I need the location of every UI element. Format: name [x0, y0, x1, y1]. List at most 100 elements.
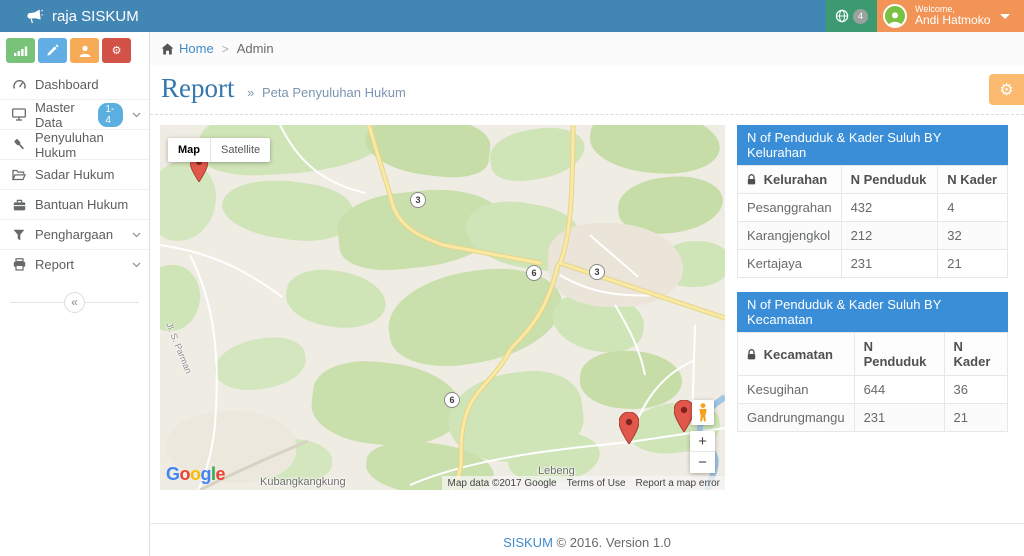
pegman-button[interactable]: [692, 400, 714, 425]
table-row[interactable]: Kertajaya 231 21: [737, 249, 1008, 278]
chevron-down-icon: [132, 232, 141, 238]
sidebar-item-label: Penghargaan: [35, 227, 114, 242]
notifications-area[interactable]: 4: [826, 0, 877, 32]
pencil-icon: [47, 44, 59, 56]
column-header[interactable]: N Kader: [937, 165, 1008, 194]
column-header[interactable]: N Penduduk: [853, 332, 945, 376]
zoom-out-button[interactable]: −: [690, 452, 715, 473]
sidebar-collapse-button[interactable]: «: [64, 291, 85, 313]
sidebar-item-dashboard[interactable]: Dashboard: [0, 69, 149, 99]
master-data-badge: 1-4: [98, 102, 123, 127]
map-canvas[interactable]: Map Satellite 3 6 3 6 + − Jl. S. Parman …: [160, 125, 725, 490]
map-marker[interactable]: [674, 400, 694, 432]
sidebar: ⚙ Dashboard Master Data 1-4 Penyuluhan H…: [0, 32, 150, 556]
column-header[interactable]: Kecamatan: [737, 332, 855, 376]
gavel-icon: [12, 138, 26, 151]
lock-icon: [747, 174, 756, 185]
kelurahan-table: Kelurahan N Penduduk N Kader Pesanggraha…: [737, 165, 1008, 278]
welcome-text: Welcome, Andi Hatmoko: [915, 3, 991, 28]
sidebar-item-sadar-hukum[interactable]: Sadar Hukum: [0, 159, 149, 189]
sidebar-item-penghargaan[interactable]: Penghargaan: [0, 219, 149, 249]
footer-brand-link[interactable]: SISKUM: [503, 535, 553, 550]
printer-icon: [12, 258, 26, 271]
sidebar-item-label: Dashboard: [35, 76, 99, 92]
caret-down-icon: [1000, 13, 1010, 19]
table-row[interactable]: Karangjengkol 212 32: [737, 221, 1008, 250]
edit-button[interactable]: [38, 38, 67, 63]
route-shield: 6: [444, 392, 460, 408]
panel-title: N of Penduduk & Kader Suluh BY Kecamatan: [737, 292, 1008, 332]
briefcase-icon: [12, 199, 26, 211]
table-row[interactable]: Kesugihan 644 36: [737, 375, 1009, 404]
sidebar-item-penyuluhan-hukum[interactable]: Penyuluhan Hukum: [0, 129, 149, 160]
page-subtitle: Peta Penyuluhan Hukum: [261, 85, 406, 100]
terms-of-use-link[interactable]: Terms of Use: [562, 478, 631, 489]
page-header: Report » Peta Penyuluhan Hukum ⚙: [150, 65, 1024, 115]
pegman-icon: [699, 403, 707, 422]
settings-gears-button[interactable]: ⚙: [102, 38, 131, 63]
map-marker[interactable]: [619, 412, 639, 444]
map-attribution: Map data ©2017 Google Terms of Use Repor…: [442, 476, 725, 490]
person-icon: [888, 12, 902, 26]
column-header[interactable]: N Penduduk: [840, 165, 939, 194]
globe-icon: [835, 9, 849, 23]
sidebar-item-report[interactable]: Report: [0, 249, 149, 279]
map-data-text: Map data ©2017 Google: [447, 477, 557, 489]
user-button[interactable]: [70, 38, 99, 63]
map-zoom-control: + −: [690, 431, 715, 473]
sidebar-item-label: Report: [35, 257, 75, 272]
sidebar-quick-buttons: ⚙: [0, 32, 149, 69]
sidebar-item-label: Penyuluhan Hukum: [35, 129, 104, 160]
chart-button[interactable]: [6, 38, 35, 63]
app-window: raja SISKUM 4 Welcome, Andi Hatmoko ⚙ Da…: [0, 0, 1024, 556]
gears-icon: ⚙: [111, 45, 122, 57]
content-area: Map Satellite 3 6 3 6 + − Jl. S. Parman …: [150, 115, 1024, 490]
theme-settings-button[interactable]: ⚙: [989, 74, 1024, 105]
kelurahan-panel: N of Penduduk & Kader Suluh BY Kelurahan…: [737, 125, 1008, 278]
chart-bars-icon: [13, 46, 27, 56]
user-name: Andi Hatmoko: [915, 13, 991, 28]
breadcrumb-home-link[interactable]: Home: [179, 41, 214, 56]
kecamatan-panel: N of Penduduk & Kader Suluh BY Kecamatan…: [737, 292, 1009, 432]
filter-icon: [12, 229, 26, 241]
lock-icon: [747, 348, 756, 359]
sidebar-item-label: Sadar Hukum: [35, 167, 115, 182]
panel-title: N of Penduduk & Kader Suluh BY Kelurahan: [737, 125, 1008, 165]
notification-count-badge[interactable]: 4: [853, 8, 868, 24]
map-place-label: Kubangkangkung: [260, 476, 346, 488]
folder-open-icon: [12, 169, 26, 181]
zoom-in-button[interactable]: +: [690, 431, 715, 452]
sidebar-item-label: Bantuan Hukum: [35, 197, 129, 212]
summary-panels: N of Penduduk & Kader Suluh BY Kelurahan…: [737, 125, 1009, 490]
page-title: Report: [161, 73, 235, 103]
route-shield: 3: [410, 192, 426, 208]
table-row[interactable]: Gandrungmangu 231 21: [737, 403, 1009, 432]
brand[interactable]: raja SISKUM: [0, 8, 139, 25]
map-type-control: Map Satellite: [168, 138, 271, 162]
desktop-icon: [12, 108, 26, 121]
sidebar-item-bantuan-hukum[interactable]: Bantuan Hukum: [0, 189, 149, 219]
user-menu[interactable]: Welcome, Andi Hatmoko: [877, 0, 1024, 32]
table-row[interactable]: Pesanggrahan 432 4: [737, 193, 1008, 222]
route-shield: 6: [526, 265, 542, 281]
bullhorn-icon: [27, 9, 43, 23]
map-type-map-button[interactable]: Map: [168, 138, 211, 162]
google-logo[interactable]: Google: [166, 464, 226, 485]
kecamatan-table: Kecamatan N Penduduk N Kader Kesugihan 6…: [737, 332, 1009, 432]
footer: SISKUM © 2016. Version 1.0: [150, 523, 1024, 556]
chevron-down-icon: [132, 262, 141, 268]
page-subtitle-separator: »: [247, 85, 255, 100]
map-type-satellite-button[interactable]: Satellite: [211, 138, 271, 162]
breadcrumb: Home > Admin: [150, 32, 1024, 65]
sidebar-item-master-data[interactable]: Master Data 1-4: [0, 99, 149, 130]
footer-text: © 2016. Version 1.0: [556, 535, 671, 550]
navbar-right: 4 Welcome, Andi Hatmoko: [826, 0, 1024, 32]
sidebar-nav: Dashboard Master Data 1-4 Penyuluhan Huk…: [0, 69, 149, 279]
gear-icon: ⚙: [999, 81, 1014, 99]
breadcrumb-current: Admin: [236, 41, 274, 56]
sidebar-item-label: Master Data: [35, 99, 75, 130]
report-map-error-link[interactable]: Report a map error: [631, 478, 725, 489]
top-navbar: raja SISKUM 4 Welcome, Andi Hatmoko: [0, 0, 1024, 32]
column-header[interactable]: Kelurahan: [737, 165, 842, 194]
column-header[interactable]: N Kader: [943, 332, 1009, 376]
